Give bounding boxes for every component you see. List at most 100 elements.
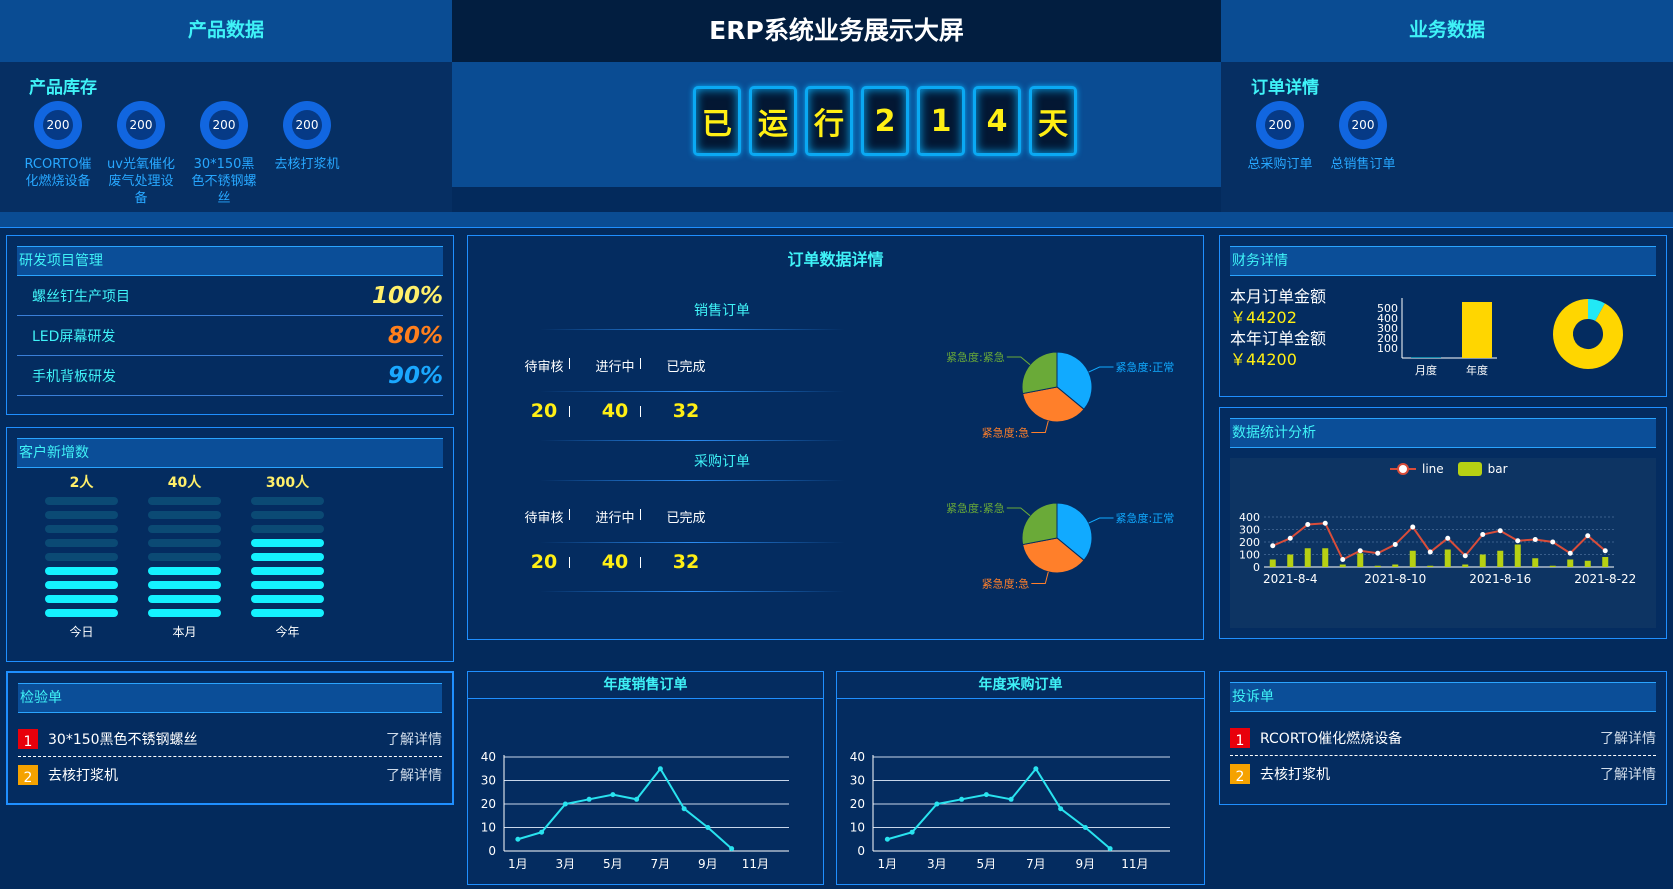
annual-point [539, 829, 545, 835]
customer-bar-segment [148, 511, 221, 519]
product-stock-label: 产品库存 [29, 78, 97, 98]
customer-bar-segment [251, 497, 324, 505]
finance-bar-ytick: 500 [1377, 302, 1398, 315]
stats-bar [1584, 560, 1591, 567]
annual-point [729, 846, 735, 852]
runtime-char: 已 [693, 86, 741, 156]
annual-point [884, 836, 890, 842]
stats-point [1357, 548, 1363, 554]
inspection-item-left: 1 30*150黑色不锈钢螺丝 [18, 728, 198, 750]
inspection-item[interactable]: 1 30*150黑色不锈钢螺丝 了解详情 [18, 721, 442, 757]
stats-xtick: 2021-8-22 [1574, 572, 1636, 586]
stock-name: 去核打浆机 [274, 157, 340, 172]
complaints-item[interactable]: 1 RCORTO催化燃烧设备 了解详情 [1230, 720, 1656, 756]
stats-xtick: 2021-8-16 [1469, 572, 1531, 586]
stats-ytick: 200 [1239, 536, 1260, 549]
stats-chart-area: line bar 0 100 200 300 400 2021-8-4 2021-8-10 2… [1230, 458, 1656, 628]
customer-bar-segment [45, 539, 118, 547]
sales-urgency-pie: 紧急度:正常紧急度:急 紧急度:紧急 [946, 350, 1174, 440]
rank-badge: 2 [1230, 764, 1250, 785]
inspection-panel: 检验单 1 30*150黑色不锈钢螺丝 了解详情 2 去核打浆机 了解详情 [6, 671, 454, 805]
customer-bar-segment [45, 595, 118, 603]
order-status-header: 待审核 [524, 511, 564, 526]
annual-ytick: 10 [481, 821, 496, 835]
order-divider [540, 440, 845, 441]
order-status-value: 20 [530, 551, 558, 573]
customer-bar-segment [45, 567, 118, 575]
customer-period-label: 今年 [275, 625, 300, 639]
stats-point [1585, 533, 1591, 539]
annual-ytick: 30 [850, 774, 865, 788]
customer-period-label: 本月 [172, 625, 197, 639]
customer-bar-segment [148, 595, 221, 603]
annual-point [1107, 846, 1113, 852]
customer-bar-segment [45, 609, 118, 617]
rd-panel: 研发项目管理 螺丝钉生产项目 100% LED屏幕研发 80% 手机背板研发 90% [6, 235, 454, 415]
order-separator [569, 406, 570, 417]
annual-point [610, 792, 616, 798]
stats-chart: 0100200300400 2021-8-4 2021-8-10 2021-8-16 2… [1239, 511, 1636, 586]
donut-slice [1587, 299, 1605, 322]
stats-bar [1287, 554, 1294, 567]
learn-more-link[interactable]: 了解详情 [386, 765, 442, 785]
annual-xtick: 3月 [927, 857, 947, 871]
stock-name: uv光氧催化废气处理设备 [107, 157, 175, 206]
customer-bar-segment [251, 511, 324, 519]
finance-bar [1462, 302, 1492, 358]
stats-bar [1322, 548, 1329, 567]
runtime-char: 2 [861, 86, 909, 156]
stats-point [1410, 524, 1416, 530]
annual-point [983, 792, 989, 798]
runtime-char: 行 [805, 86, 853, 156]
stats-bar [1514, 544, 1521, 567]
customer-period-label: 今日 [69, 625, 94, 639]
pie-leader-line [1088, 517, 1114, 524]
stats-point [1322, 520, 1328, 526]
order-status-value: 32 [672, 551, 700, 573]
stats-title: 数据统计分析 [1230, 418, 1656, 448]
order-separator [640, 557, 641, 568]
stock-name: RCORTO催化燃烧设备 [24, 157, 92, 189]
order-status-header: 待审核 [524, 360, 564, 375]
customer-bar-segment [148, 539, 221, 547]
order-status-header: 进行中 [595, 511, 635, 526]
header-left: 产品数据 [0, 0, 452, 62]
annual-xtick: 1月 [508, 857, 528, 871]
annual-ytick: 0 [488, 844, 496, 858]
stats-bar [1444, 549, 1451, 567]
pie-slice-label: 紧急度:正常 [1116, 511, 1175, 525]
annual-point [634, 796, 640, 802]
order-status-header: 已完成 [666, 360, 706, 375]
stock-value: 200 [292, 110, 322, 140]
learn-more-link[interactable]: 了解详情 [386, 729, 442, 749]
complaints-item[interactable]: 2 去核打浆机 了解详情 [1230, 756, 1656, 792]
customer-bar-segment [251, 581, 324, 589]
stats-bar [1602, 557, 1609, 567]
stats-point [1602, 548, 1608, 554]
rank-badge: 1 [1230, 727, 1250, 749]
order-data-title: 订单数据详情 [787, 250, 884, 269]
month-amount-label: 本月订单金额 [1230, 287, 1327, 306]
purchase-urgency-pie: 紧急度:正常紧急度:急 紧急度:紧急 [946, 501, 1175, 590]
annual-point [1058, 806, 1064, 812]
customer-bar-stack [45, 497, 118, 623]
finance-donut-chart [1553, 299, 1623, 369]
learn-more-link[interactable]: 了解详情 [1600, 764, 1656, 784]
inspection-item[interactable]: 2 去核打浆机 了解详情 [18, 757, 442, 793]
stats-bar [1269, 559, 1276, 567]
sales-order-label: 销售订单 [694, 303, 750, 319]
pie-slice-label: 紧急度:急 [982, 426, 1030, 440]
stats-point [1567, 550, 1573, 556]
customer-bar-segment [251, 525, 324, 533]
stock-name: 30*150黑色不锈钢螺丝 [191, 157, 257, 206]
order-separator [640, 358, 641, 369]
rd-project-row: 手机背板研发 90% [17, 356, 443, 396]
pie-slice [1021, 351, 1058, 395]
learn-more-link[interactable]: 了解详情 [1600, 728, 1656, 748]
annual-point [586, 796, 592, 802]
annual-point [1082, 825, 1088, 830]
annual-point [959, 796, 965, 802]
pie-leader-line [1006, 356, 1031, 366]
customer-bar-segment [148, 609, 221, 617]
runtime-char: 运 [749, 86, 797, 156]
